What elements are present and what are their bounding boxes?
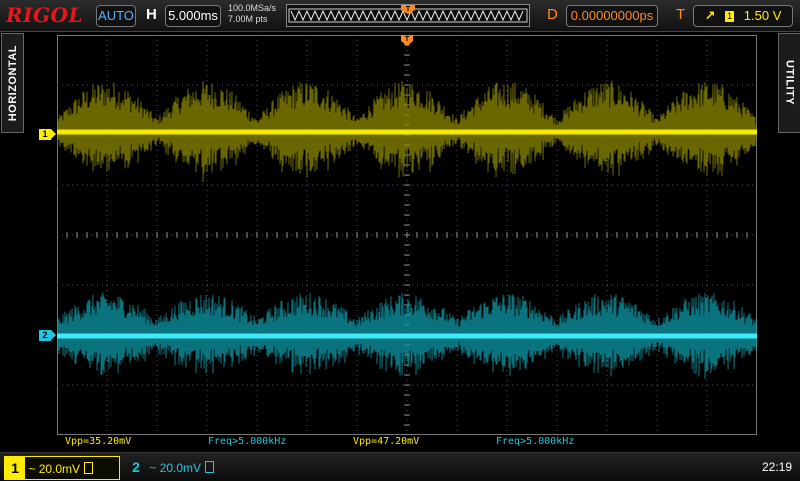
trigger-level: 1.50 V xyxy=(743,8,782,23)
ch1-scale: 20.0mV xyxy=(38,462,81,476)
waveform-traces xyxy=(57,80,757,380)
memory-overview: T xyxy=(286,4,530,27)
channel-bar: 1 ~ 20.0mV 2 ~ 20.0mV 22:19 xyxy=(0,452,800,481)
memory-depth: 7.00M pts xyxy=(228,14,268,24)
bandwidth-limit-icon xyxy=(84,462,94,474)
delay-label: D xyxy=(547,6,558,23)
edge-trigger-icon: ↗ xyxy=(704,8,716,23)
ch1-offset-marker[interactable]: 1 xyxy=(39,129,56,140)
ch2-settings[interactable]: 2 ~ 20.0mV xyxy=(126,456,236,478)
horizontal-delay-readout[interactable]: 0.00000000ps xyxy=(566,5,658,27)
horizontal-label: H xyxy=(146,6,157,23)
ch2-freq-measurement: Freq>5.000kHz xyxy=(496,436,575,447)
utility-menu-tab[interactable]: UTILITY xyxy=(778,33,800,133)
ch1-freq-measurement: Freq>5.000kHz xyxy=(208,436,287,447)
ch1-vpp-measurement: Vpp=35.20mV xyxy=(65,436,132,447)
ch2-scale: 20.0mV xyxy=(159,461,202,475)
horizontal-tab-label: HORIZONTAL xyxy=(6,44,19,122)
rigol-logo: RIGOL xyxy=(6,3,84,27)
ch1-number: 1 xyxy=(5,457,25,479)
waveform-display[interactable]: T xyxy=(57,35,757,435)
status-bar: RIGOL AUTO H 5.000ms 100.0MSa/s 7.00M pt… xyxy=(0,0,800,32)
acquisition-info: 100.0MSa/s 7.00M pts xyxy=(228,3,276,25)
bandwidth-limit-icon xyxy=(205,461,215,473)
run-mode-indicator[interactable]: AUTO xyxy=(96,5,136,27)
ch2-coupling: ~ xyxy=(149,461,157,475)
timebase-readout[interactable]: 5.000ms xyxy=(165,5,221,27)
ch2-vpp-measurement: Vpp=47.20mV xyxy=(353,436,420,447)
horizontal-menu-tab[interactable]: HORIZONTAL xyxy=(1,33,24,133)
ch2-offset-marker[interactable]: 2 xyxy=(39,330,56,341)
trigger-settings[interactable]: ↗ 1 1.50 V xyxy=(693,5,793,27)
trigger-label: T xyxy=(676,6,686,23)
utility-tab-label: UTILITY xyxy=(783,60,796,106)
sample-rate: 100.0MSa/s xyxy=(228,3,277,13)
trigger-source: 1 xyxy=(725,11,735,22)
svg-text:T: T xyxy=(406,6,411,13)
clock: 22:19 xyxy=(761,460,792,474)
measurement-bar: Vpp=35.20mV Freq>5.000kHz Vpp=47.20mV Fr… xyxy=(0,436,800,450)
ch1-settings[interactable]: 1 ~ 20.0mV xyxy=(4,456,120,480)
ch2-number: 2 xyxy=(132,459,140,475)
ch1-coupling: ~ xyxy=(28,462,36,476)
memory-waveform-overview: T xyxy=(288,5,528,23)
